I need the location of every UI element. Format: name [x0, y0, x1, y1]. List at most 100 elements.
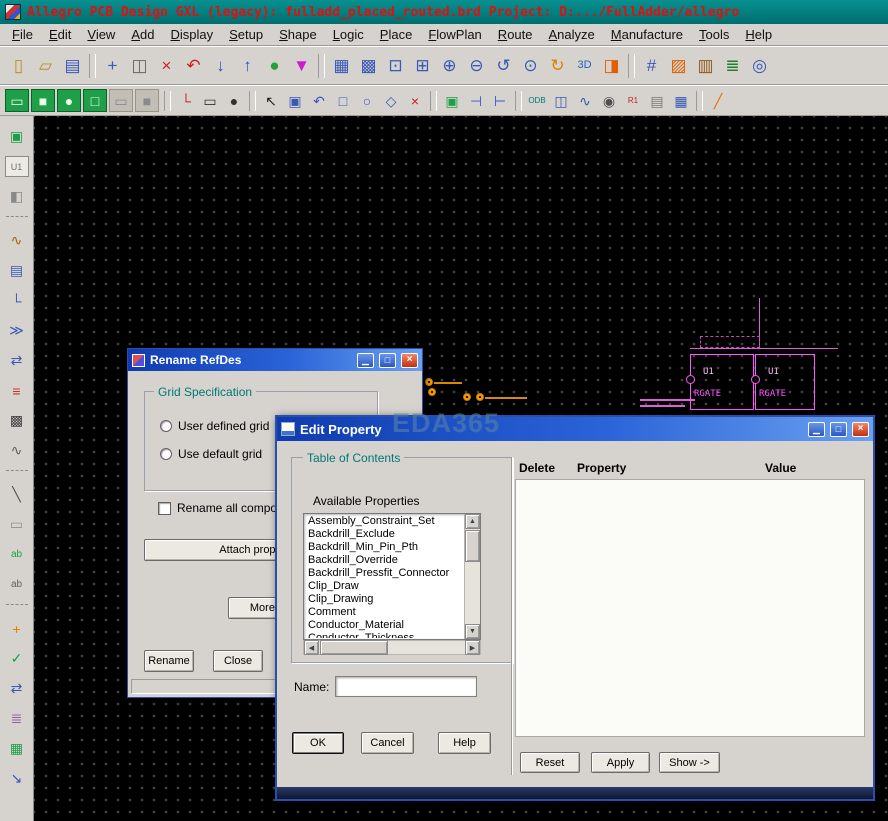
- swap-layers-icon[interactable]: ▥: [692, 52, 719, 79]
- zoom-in-icon[interactable]: ⊕: [436, 52, 463, 79]
- property-item[interactable]: Conductor_Thickness: [305, 632, 463, 638]
- layer-stack-icon[interactable]: ≣: [5, 708, 29, 729]
- rect-tool-icon[interactable]: ▭: [5, 514, 29, 535]
- radio-use-default-grid[interactable]: Use default grid: [160, 447, 262, 461]
- shape-void-icon[interactable]: ▭: [109, 89, 133, 112]
- ok-button[interactable]: OK: [292, 732, 344, 754]
- rename-button[interactable]: Rename: [144, 650, 194, 672]
- text-edit-icon[interactable]: ab: [5, 574, 29, 595]
- rename-dialog-titlebar[interactable]: Rename RefDes ▁ □ ×: [128, 349, 422, 371]
- add-line-icon[interactable]: └: [174, 89, 198, 112]
- save-drawing-icon[interactable]: ▤: [59, 52, 86, 79]
- property-item[interactable]: Conductor_Material: [305, 619, 463, 632]
- menu-add[interactable]: Add: [123, 25, 162, 44]
- rename-maximize-button[interactable]: □: [379, 352, 396, 368]
- grid-dialog-icon[interactable]: ▦: [669, 89, 693, 112]
- property-item[interactable]: Backdrill_Pressfit_Connector: [305, 567, 463, 580]
- refdes-label-icon[interactable]: U1: [4, 156, 29, 177]
- fix-tool-icon[interactable]: ╱: [706, 89, 730, 112]
- scroll-right-button[interactable]: ▶: [465, 640, 480, 655]
- impedance-icon[interactable]: ∿: [5, 440, 29, 461]
- open-drawing-icon[interactable]: ▱: [32, 52, 59, 79]
- line-tool-icon[interactable]: ╲: [5, 484, 29, 505]
- signal-probe-icon[interactable]: ∿: [573, 89, 597, 112]
- flip-design-icon[interactable]: ◨: [598, 52, 625, 79]
- add-filled-circle-icon[interactable]: ●: [222, 89, 246, 112]
- menu-shape[interactable]: Shape: [271, 25, 325, 44]
- reset-button[interactable]: Reset: [520, 752, 580, 773]
- upload-icon[interactable]: ↑: [234, 52, 261, 79]
- edit-maximize-button[interactable]: □: [830, 421, 847, 437]
- menu-analyze[interactable]: Analyze: [541, 25, 603, 44]
- menu-edit[interactable]: Edit: [41, 25, 79, 44]
- radio-user-defined-grid[interactable]: User defined grid: [160, 419, 269, 433]
- radio-icon[interactable]: [160, 420, 172, 432]
- diamond-icon[interactable]: ◇: [379, 89, 403, 112]
- zoom-selection-icon[interactable]: ⊙: [517, 52, 544, 79]
- zoom-points-icon[interactable]: ⊡: [382, 52, 409, 79]
- menu-help[interactable]: Help: [737, 25, 780, 44]
- radio-icon[interactable]: [160, 448, 172, 460]
- undo-icon[interactable]: ↶: [180, 52, 207, 79]
- close-dialog-button[interactable]: Close: [213, 650, 263, 672]
- delete-icon[interactable]: ×: [153, 52, 180, 79]
- move-icon[interactable]: +: [99, 52, 126, 79]
- view-3d-icon[interactable]: 3D: [571, 52, 598, 79]
- download-icon[interactable]: ↓: [207, 52, 234, 79]
- odb-export-icon[interactable]: ODB: [525, 89, 549, 112]
- route-blue-icon[interactable]: ↘: [5, 768, 29, 789]
- edit-dialog-titlebar[interactable]: Edit Property ▁ □ ×: [277, 417, 873, 441]
- property-value-panel[interactable]: [515, 479, 865, 737]
- camera-icon[interactable]: ◉: [597, 89, 621, 112]
- route-swap-icon[interactable]: ⇄: [5, 350, 29, 371]
- circle-outline-icon[interactable]: ○: [355, 89, 379, 112]
- pencil-trace-icon[interactable]: ∿: [5, 230, 29, 251]
- shadow-mode-icon[interactable]: ≣: [719, 52, 746, 79]
- grid-fill-icon[interactable]: ▩: [355, 52, 382, 79]
- refdes-tool-icon[interactable]: R1: [621, 89, 645, 112]
- property-item[interactable]: Backdrill_Override: [305, 554, 463, 567]
- shape-add-circle-icon[interactable]: ●: [57, 89, 81, 112]
- zoom-previous-icon[interactable]: ↺: [490, 52, 517, 79]
- grid-window-icon[interactable]: ▦: [328, 52, 355, 79]
- new-drawing-icon[interactable]: ▯: [5, 52, 32, 79]
- note-icon[interactable]: ▤: [645, 89, 669, 112]
- property-item[interactable]: Clip_Draw: [305, 580, 463, 593]
- grid-toggle-icon[interactable]: #: [638, 52, 665, 79]
- library-icon[interactable]: ◫: [549, 89, 573, 112]
- menu-file[interactable]: File: [4, 25, 41, 44]
- rotate-icon[interactable]: ↶: [307, 89, 331, 112]
- menu-view[interactable]: View: [79, 25, 123, 44]
- property-item[interactable]: Assembly_Constraint_Set: [305, 515, 463, 528]
- available-properties-list[interactable]: Assembly_Constraint_Set Backdrill_Exclude…: [303, 513, 481, 640]
- help-button[interactable]: Help: [438, 732, 491, 754]
- property-item[interactable]: Clip_Drawing: [305, 593, 463, 606]
- window-select-icon[interactable]: ▣: [283, 89, 307, 112]
- edit-close-button[interactable]: ×: [852, 421, 869, 437]
- fanout-left-icon[interactable]: ⊣: [464, 89, 488, 112]
- menu-place[interactable]: Place: [372, 25, 421, 44]
- menu-flowplan[interactable]: FlowPlan: [420, 25, 489, 44]
- name-input[interactable]: [335, 676, 477, 697]
- shape-edit-icon[interactable]: ■: [135, 89, 159, 112]
- vertical-scrollbar[interactable]: ▲ ▼: [464, 514, 480, 639]
- menu-logic[interactable]: Logic: [325, 25, 372, 44]
- zoom-out-icon[interactable]: ⊖: [463, 52, 490, 79]
- shape-select-icon[interactable]: □: [83, 89, 107, 112]
- fanout-right-icon[interactable]: ⊢: [488, 89, 512, 112]
- route-corner-icon[interactable]: └: [5, 290, 29, 311]
- vertical-scroll-thumb[interactable]: [465, 530, 480, 562]
- route-bus-icon[interactable]: ≫: [5, 320, 29, 341]
- menu-display[interactable]: Display: [162, 25, 221, 44]
- shape-add-icon[interactable]: ▭: [5, 89, 29, 112]
- shape-add-rect-icon[interactable]: ■: [31, 89, 55, 112]
- redraw-icon[interactable]: ↻: [544, 52, 571, 79]
- place-part-icon[interactable]: ▣: [440, 89, 464, 112]
- measure-icon[interactable]: +: [5, 618, 29, 639]
- status-icon[interactable]: ◎: [746, 52, 773, 79]
- notebook-icon[interactable]: ▤: [5, 260, 29, 281]
- menu-manufacture[interactable]: Manufacture: [603, 25, 691, 44]
- pointer-icon[interactable]: ↖: [259, 89, 283, 112]
- property-item[interactable]: Backdrill_Exclude: [305, 528, 463, 541]
- route-check-icon[interactable]: ✓: [5, 648, 29, 669]
